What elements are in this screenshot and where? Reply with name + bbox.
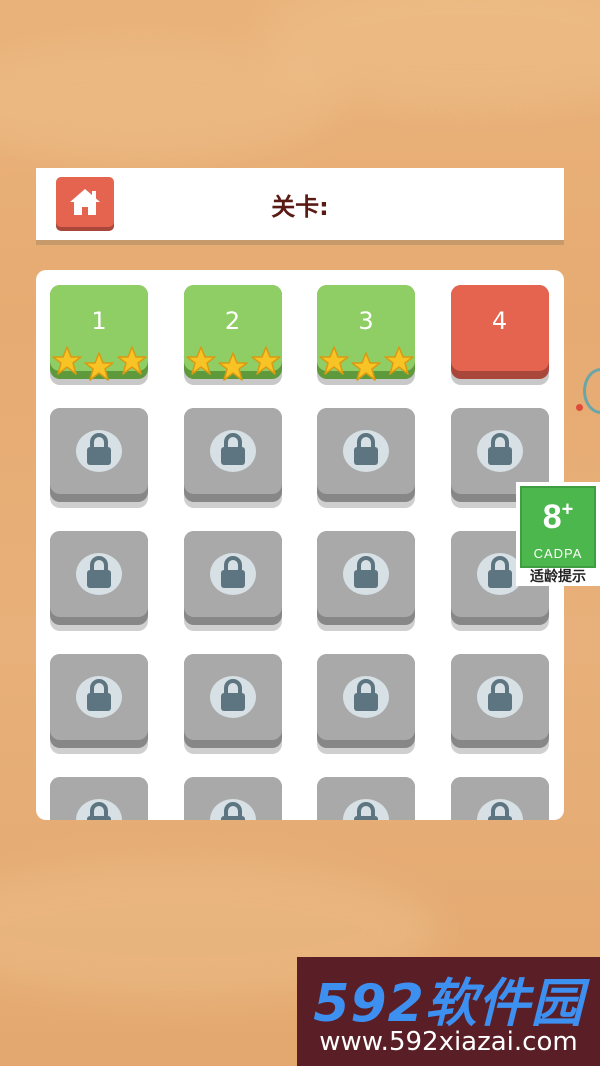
level-tile-16[interactable] (450, 654, 549, 748)
home-icon (70, 189, 100, 215)
level-tile-3[interactable]: 3 (317, 285, 415, 381)
level-tile-17[interactable] (50, 777, 148, 820)
age-rating-org: CADPA (533, 546, 583, 561)
level-tile-10[interactable] (183, 531, 282, 625)
level-tile-20[interactable] (450, 777, 549, 820)
lock-icon (354, 433, 378, 465)
star-icon (84, 352, 114, 381)
level-tile-6[interactable] (183, 408, 282, 502)
watermark-url: www.592xiazai.com (319, 1027, 578, 1057)
star-rating (317, 343, 415, 381)
level-number: 3 (358, 307, 374, 335)
level-tile-4[interactable]: 4 (450, 285, 549, 379)
star-icon (117, 346, 147, 375)
level-tile-14[interactable] (183, 654, 282, 748)
level-grid-panel[interactable]: 1 2 3 4 (36, 270, 564, 820)
level-header-bar: 关卡: (36, 168, 564, 240)
site-watermark: 592软件园 www.592xiazai.com (297, 957, 600, 1066)
level-number: 2 (224, 307, 241, 335)
floating-ring-icon[interactable] (583, 368, 600, 414)
level-tile-15[interactable] (317, 654, 415, 748)
lock-icon (220, 802, 245, 820)
lock-icon (487, 802, 512, 820)
lock-icon (87, 433, 111, 465)
lock-icon (87, 679, 111, 711)
lock-icon (354, 556, 378, 588)
level-tile-7[interactable] (317, 408, 415, 502)
lock-icon (354, 679, 378, 711)
home-button[interactable] (56, 177, 114, 227)
level-tile-9[interactable] (50, 531, 148, 625)
level-tile-18[interactable] (183, 777, 282, 820)
star-icon (185, 346, 216, 375)
level-tile-5[interactable] (50, 408, 148, 502)
lock-icon (487, 433, 512, 465)
star-icon (319, 346, 349, 375)
level-tile-1[interactable]: 1 (50, 285, 148, 381)
star-icon (217, 352, 248, 381)
level-number: 4 (491, 307, 508, 335)
star-icon (351, 352, 381, 381)
age-rating-badge: 8+ CADPA 适龄提示 (516, 482, 600, 586)
age-rating-box: 8+ CADPA (520, 486, 596, 568)
star-icon (250, 346, 281, 375)
watermark-logo: 592软件园 (313, 974, 584, 1034)
lock-icon (354, 802, 378, 820)
lock-icon (87, 802, 111, 820)
level-tile-19[interactable] (317, 777, 415, 820)
lock-icon (220, 433, 245, 465)
age-rating-hint: 适龄提示 (530, 569, 586, 585)
lock-icon (220, 679, 245, 711)
age-rating-value: 8+ (542, 498, 574, 536)
level-tile-11[interactable] (317, 531, 415, 625)
star-icon (384, 346, 414, 375)
star-rating (50, 343, 148, 381)
lock-icon (487, 679, 512, 711)
level-tile-13[interactable] (50, 654, 148, 748)
page-title: 关卡: (271, 193, 329, 221)
star-rating (184, 343, 282, 381)
lock-icon (87, 556, 111, 588)
lock-icon (487, 556, 512, 588)
notification-dot (576, 404, 583, 411)
level-number: 1 (91, 307, 107, 335)
lock-icon (220, 556, 245, 588)
level-tile-2[interactable]: 2 (183, 285, 282, 381)
star-icon (52, 346, 82, 375)
